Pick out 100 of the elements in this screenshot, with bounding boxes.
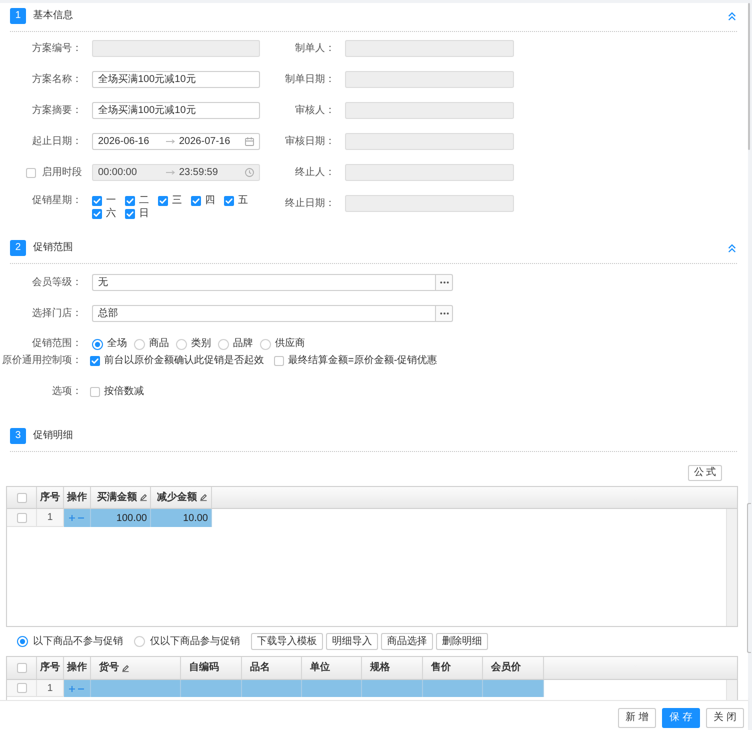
double-chevron-up-icon[interactable]	[728, 12, 736, 20]
option-label: 以下商品不参与促销	[33, 636, 123, 648]
option-label: 品牌	[233, 338, 253, 350]
field-label: 促销范围：	[32, 338, 82, 350]
table-cell: 1	[37, 680, 64, 697]
column-header[interactable]: 会员价	[491, 662, 521, 674]
field-label: 促销星期：	[32, 195, 82, 207]
checkbox[interactable]	[16, 663, 26, 673]
column-header[interactable]: 自编码	[189, 662, 219, 674]
field-label: 启用时段	[42, 166, 82, 178]
pencil-icon[interactable]	[122, 664, 129, 672]
checkbox[interactable]	[16, 492, 26, 502]
checkbox[interactable]	[274, 356, 284, 366]
arrow-right-icon	[166, 170, 175, 175]
weekday-label: 三	[172, 195, 182, 207]
toolbar-button[interactable]: 删除明细	[436, 633, 488, 650]
weekday-label: 日	[139, 208, 149, 220]
option-label: 按倍数减	[104, 386, 144, 398]
calendar-icon[interactable]	[245, 137, 254, 146]
radio-button[interactable]	[260, 338, 271, 350]
checkbox[interactable]	[16, 512, 26, 522]
field-label: 方案编号：	[32, 42, 82, 54]
more-button[interactable]	[435, 305, 453, 322]
field-label: 制单人：	[295, 42, 335, 54]
section-number: 1	[10, 8, 26, 24]
footer-button[interactable]: 关闭	[706, 708, 744, 728]
column-header[interactable]: 买满金额	[97, 492, 137, 504]
checkbox[interactable]	[125, 196, 135, 206]
field-label: 制单日期：	[285, 74, 335, 86]
option-label: 仅以下商品参与促销	[150, 636, 240, 648]
toolbar-button[interactable]: 商品选择	[381, 633, 433, 650]
weekday-label: 一	[106, 195, 116, 207]
checkbox[interactable]	[191, 196, 201, 206]
text-field[interactable]: 无	[92, 274, 435, 291]
section-title: 促销明细	[33, 430, 73, 442]
text-field[interactable]: 全场买满100元减10元	[92, 102, 260, 119]
option-label: 类别	[191, 338, 211, 350]
column-header[interactable]: 序号	[40, 492, 60, 504]
radio-button[interactable]	[134, 636, 145, 647]
more-button[interactable]	[435, 274, 453, 291]
text-field[interactable]: 全场买满100元减10元	[92, 71, 260, 88]
column-header[interactable]: 序号	[40, 662, 60, 674]
radio-button[interactable]	[134, 338, 145, 350]
section-title: 基本信息	[33, 10, 73, 22]
scrollbar-thumb[interactable]	[748, 3, 750, 150]
field-label: 选项：	[52, 386, 82, 398]
checkbox[interactable]	[90, 387, 100, 397]
field-label: 选择门店：	[32, 308, 82, 320]
column-header[interactable]: 单位	[310, 662, 330, 674]
option-label: 最终结算金额=原价金额-促销优惠	[288, 355, 438, 367]
column-header[interactable]: 减少金额	[157, 492, 197, 504]
text-field[interactable]: 总部	[92, 305, 435, 322]
radio-button[interactable]	[17, 636, 28, 647]
field-label: 审核日期：	[285, 136, 335, 148]
minus-icon[interactable]	[78, 517, 84, 519]
checkbox[interactable]	[16, 683, 26, 693]
checkbox[interactable]	[125, 209, 135, 219]
field-label: 方案名称：	[32, 74, 82, 86]
date-range-field[interactable]: 2026-06-16 2026-07-16	[92, 133, 260, 150]
radio-button[interactable]	[92, 338, 103, 350]
checkbox[interactable]	[158, 196, 168, 206]
footer-button[interactable]: 新增	[618, 708, 656, 728]
minus-icon[interactable]	[78, 688, 84, 690]
checkbox[interactable]	[224, 196, 234, 206]
checkbox[interactable]	[92, 196, 102, 206]
radio-button[interactable]	[176, 338, 187, 350]
toolbar-button[interactable]: 下载导入模板	[251, 633, 323, 650]
column-header[interactable]: 售价	[431, 662, 451, 674]
plus-icon[interactable]	[69, 686, 75, 692]
option-label: 供应商	[275, 338, 305, 350]
scrollbar-track[interactable]	[726, 509, 737, 626]
formula-button[interactable]: 公式	[688, 465, 722, 481]
table-cell: 1	[37, 509, 64, 527]
column-header[interactable]: 操作	[67, 492, 87, 504]
checkbox[interactable]	[90, 356, 100, 366]
field-label: 会员等级：	[32, 276, 82, 288]
double-chevron-up-icon[interactable]	[728, 244, 736, 252]
pencil-icon[interactable]	[200, 494, 207, 501]
toolbar-button[interactable]: 明细导入	[326, 633, 378, 650]
weekday-label: 五	[238, 195, 248, 207]
plus-icon[interactable]	[69, 515, 75, 521]
checkbox[interactable]	[92, 209, 102, 219]
scrollbar-thumb[interactable]	[747, 503, 751, 653]
section-number: 2	[10, 240, 26, 256]
option-label: 全场	[107, 338, 127, 350]
weekday-label: 二	[139, 195, 149, 207]
section-title: 促销范围	[33, 242, 73, 254]
arrow-right-icon	[166, 139, 175, 144]
field-label: 终止日期：	[285, 198, 335, 210]
weekday-label: 四	[205, 195, 215, 207]
column-header[interactable]: 规格	[370, 662, 390, 674]
column-header[interactable]: 操作	[67, 662, 87, 674]
weekday-label: 六	[106, 208, 116, 220]
field-label: 方案摘要：	[32, 104, 82, 116]
column-header[interactable]: 货号	[99, 662, 119, 674]
pencil-icon[interactable]	[140, 494, 147, 501]
option-label: 商品	[149, 338, 169, 350]
column-header[interactable]: 品名	[250, 662, 270, 674]
radio-button[interactable]	[218, 338, 229, 350]
section-number: 3	[10, 428, 26, 444]
